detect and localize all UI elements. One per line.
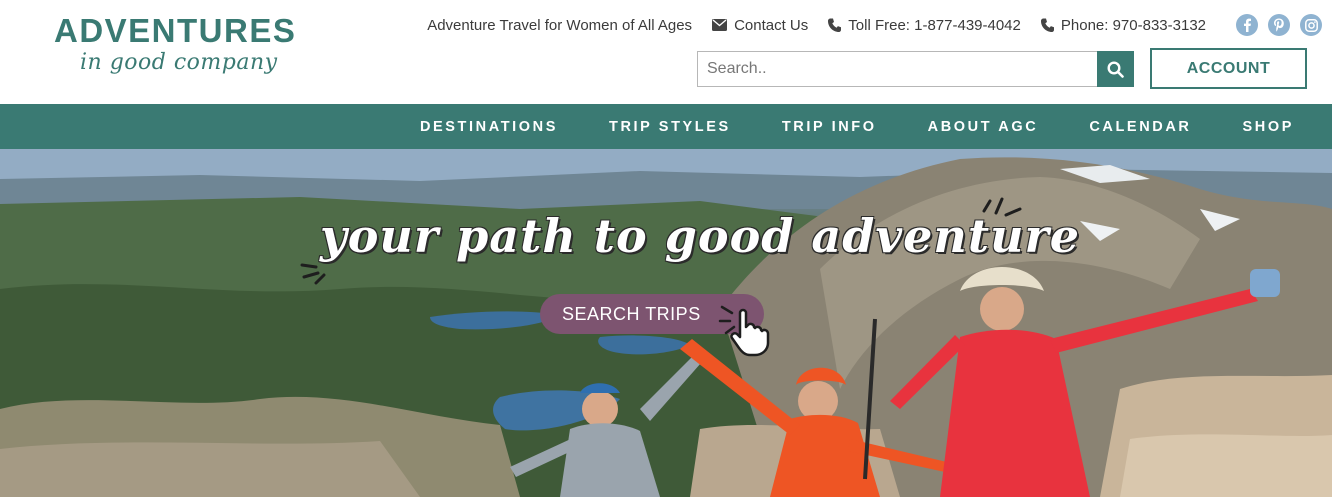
top-utility-bar: Adventure Travel for Women of All Ages C… — [427, 14, 1332, 36]
logo-main-text: ADVENTURES — [54, 12, 297, 49]
toll-free-phone[interactable]: Toll Free: 1-877-439-4042 — [828, 17, 1021, 34]
sparkle-right-icon — [982, 197, 1022, 217]
hero-headline: your path to good adventure — [320, 209, 1081, 263]
nav-item-shop[interactable]: SHOP — [1243, 119, 1295, 135]
phone-label: Phone: 970-833-3132 — [1060, 16, 1206, 34]
nav-item-destinations[interactable]: DESTINATIONS — [420, 119, 558, 135]
social-links — [1226, 14, 1322, 36]
instagram-icon[interactable] — [1300, 14, 1322, 36]
phone-icon — [828, 18, 842, 32]
sparkle-left-icon — [300, 263, 326, 285]
logo-sub-text: in good company — [80, 50, 278, 75]
toll-free-label: Toll Free: 1-877-439-4042 — [848, 16, 1021, 34]
site-tagline: Adventure Travel for Women of All Ages — [427, 16, 693, 34]
pinterest-icon[interactable] — [1268, 14, 1290, 36]
hero-banner: your path to good adventure SEARCH TRIPS — [0, 149, 1332, 497]
nav-item-calendar[interactable]: CALENDAR — [1089, 119, 1191, 135]
search-input[interactable] — [697, 51, 1097, 87]
site-header: ADVENTURES in good company Adventure Tra… — [0, 0, 1332, 104]
contact-link-label: Contact Us — [734, 16, 809, 34]
contact-link[interactable]: Contact Us — [712, 17, 808, 34]
nav-item-trip-info[interactable]: TRIP INFO — [782, 119, 877, 135]
main-nav: DESTINATIONS TRIP STYLES TRIP INFO ABOUT… — [0, 104, 1332, 149]
account-button[interactable]: ACCOUNT — [1150, 48, 1307, 89]
site-search — [697, 51, 1134, 87]
phone-number[interactable]: Phone: 970-833-3132 — [1040, 16, 1206, 34]
envelope-icon — [712, 19, 728, 31]
site-logo[interactable]: ADVENTURES in good company — [54, 12, 297, 82]
search-button[interactable] — [1097, 51, 1134, 87]
search-trips-label: SEARCH TRIPS — [562, 303, 701, 324]
pointer-hand-icon — [718, 305, 770, 357]
facebook-icon[interactable] — [1236, 14, 1258, 36]
nav-item-trip-styles[interactable]: TRIP STYLES — [609, 119, 731, 135]
phone-icon — [1040, 18, 1054, 32]
search-icon — [1107, 60, 1124, 78]
nav-item-about-agc[interactable]: ABOUT AGC — [928, 119, 1039, 135]
